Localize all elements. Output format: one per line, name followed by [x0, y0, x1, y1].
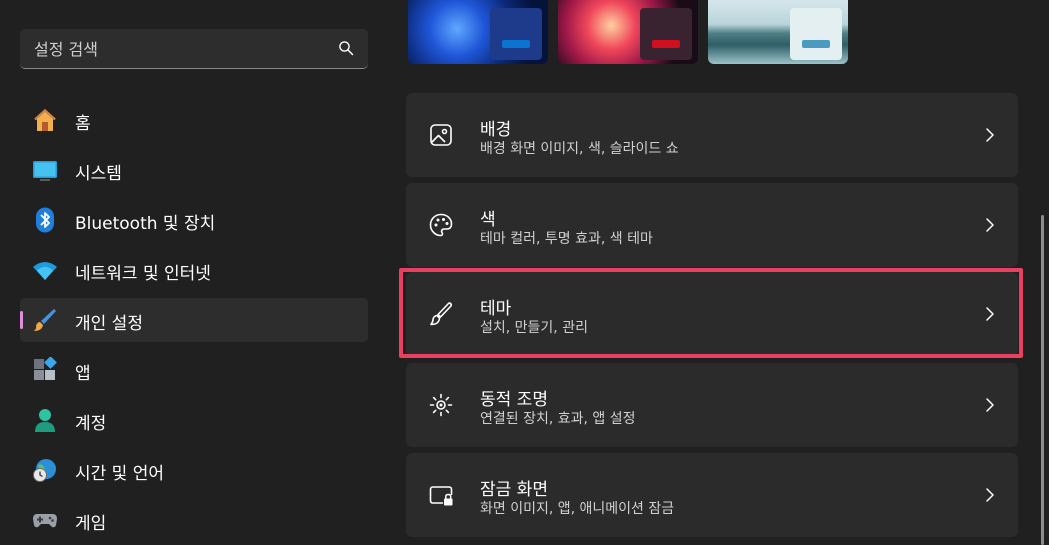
- card-lock-screen[interactable]: 잠금 화면 화면 이미지, 앱, 애니메이션 잠금: [406, 453, 1018, 537]
- search-icon[interactable]: [338, 40, 354, 56]
- sidebar-item-label: 홈: [75, 114, 91, 134]
- card-subtitle: 배경 화면 이미지, 색, 슬라이드 쇼: [480, 141, 679, 157]
- card-subtitle: 테마 컬러, 투명 효과, 색 테마: [480, 231, 653, 247]
- chevron-right-icon: [986, 128, 994, 142]
- palette-icon: [429, 213, 453, 237]
- theme-preview-window: [490, 8, 542, 60]
- chevron-right-icon: [986, 218, 994, 232]
- sidebar-item-label: 게임: [75, 514, 107, 534]
- sidebar-item-label: 시간 및 언어: [75, 464, 165, 484]
- card-title: 테마: [480, 299, 512, 319]
- card-title: 색: [480, 210, 496, 230]
- apps-icon: [34, 357, 57, 380]
- sidebar-item-label: 앱: [75, 364, 91, 384]
- globe-clock-icon: [33, 459, 56, 482]
- accent-color-swatch: [502, 40, 530, 48]
- search-box[interactable]: [20, 29, 368, 69]
- sidebar-item-gaming[interactable]: 게임: [20, 498, 368, 542]
- search-input[interactable]: [20, 29, 336, 69]
- card-themes[interactable]: 테마 설치, 만들기, 관리: [406, 272, 1018, 356]
- accent-color-swatch: [802, 40, 830, 48]
- theme-preview-window: [640, 8, 692, 60]
- brush-icon: [430, 302, 453, 326]
- dynamic-lighting-icon: [429, 393, 453, 417]
- lock-screen-icon: [429, 486, 453, 506]
- card-title: 잠금 화면: [480, 480, 548, 500]
- sidebar-item-system[interactable]: 시스템: [20, 148, 368, 192]
- wallpaper-thumbnail-glow[interactable]: [558, 0, 698, 64]
- sidebar-item-label: 계정: [75, 414, 107, 434]
- wallpaper-thumbnail-lake[interactable]: [708, 0, 848, 64]
- sidebar-item-home[interactable]: 홈: [20, 98, 368, 142]
- card-title: 배경: [480, 120, 512, 140]
- wallpaper-thumbnail-bloom[interactable]: [408, 0, 548, 64]
- sidebar-item-bluetooth[interactable]: Bluetooth 및 장치: [20, 198, 368, 242]
- image-icon: [430, 124, 452, 146]
- accent-color-swatch: [652, 40, 680, 48]
- sidebar-item-time-language[interactable]: 시간 및 언어: [20, 448, 368, 492]
- card-subtitle: 화면 이미지, 앱, 애니메이션 잠금: [480, 501, 675, 517]
- home-icon: [34, 109, 56, 131]
- sidebar-item-label: 시스템: [75, 164, 122, 184]
- chevron-right-icon: [986, 398, 994, 412]
- card-subtitle: 연결된 장치, 효과, 앱 설정: [480, 411, 636, 427]
- card-dynamic-lighting[interactable]: 동적 조명 연결된 장치, 효과, 앱 설정: [406, 363, 1018, 447]
- system-icon: [33, 161, 57, 181]
- selection-indicator: [20, 311, 23, 329]
- chevron-right-icon: [986, 307, 994, 321]
- chevron-right-icon: [986, 488, 994, 502]
- card-title: 동적 조명: [480, 390, 548, 410]
- brush-icon: [34, 309, 56, 331]
- theme-preview-window: [790, 8, 842, 60]
- gamepad-icon: [33, 514, 57, 528]
- card-color[interactable]: 색 테마 컬러, 투명 효과, 색 테마: [406, 183, 1018, 267]
- sidebar-item-personalization[interactable]: 개인 설정: [20, 298, 368, 342]
- sidebar-item-network[interactable]: 네트워크 및 인터넷: [20, 248, 368, 292]
- sidebar-item-label: 네트워크 및 인터넷: [75, 264, 211, 284]
- sidebar-item-label: 개인 설정: [75, 314, 143, 334]
- card-subtitle: 설치, 만들기, 관리: [480, 320, 588, 336]
- scrollbar[interactable]: [1041, 215, 1044, 545]
- account-icon: [35, 409, 55, 432]
- sidebar-item-accounts[interactable]: 계정: [20, 398, 368, 442]
- card-background[interactable]: 배경 배경 화면 이미지, 색, 슬라이드 쇼: [406, 93, 1018, 177]
- bluetooth-icon: [36, 207, 54, 233]
- sidebar-item-apps[interactable]: 앱: [20, 348, 368, 392]
- wifi-icon: [33, 262, 57, 280]
- sidebar-item-label: Bluetooth 및 장치: [75, 214, 216, 234]
